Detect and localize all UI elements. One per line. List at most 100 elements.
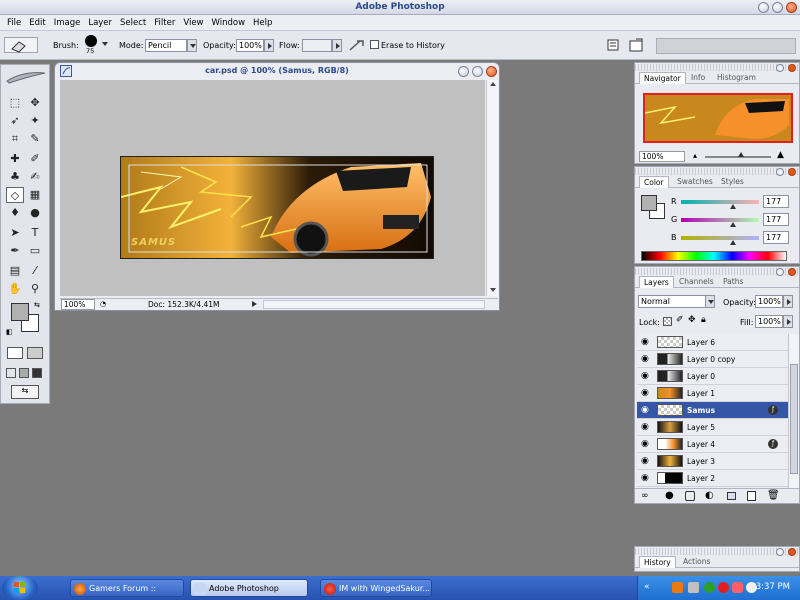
visibility-eye-icon[interactable]: ◉ [641, 354, 651, 364]
menu-image[interactable]: Image [50, 18, 85, 28]
visibility-eye-icon[interactable]: ◉ [641, 337, 651, 347]
lock-image-icon[interactable]: ✐ [676, 315, 684, 325]
tab-paths[interactable]: Paths [719, 276, 747, 288]
layer-row[interactable]: ◉ Layer 4 ƒ [637, 436, 788, 453]
link-layers-icon[interactable]: ∞ [641, 491, 649, 501]
menu-edit[interactable]: Edit [25, 18, 49, 28]
airbrush-icon[interactable] [348, 38, 366, 53]
dodge-tool-icon[interactable]: ● [26, 205, 44, 221]
photoshop-feather-logo[interactable] [3, 69, 47, 85]
visibility-eye-icon[interactable]: ◉ [641, 405, 651, 415]
b-slider-thumb[interactable] [730, 240, 736, 245]
brush-dropdown-arrow[interactable] [102, 42, 108, 46]
magic-wand-tool-icon[interactable]: ✦ [26, 113, 44, 129]
layer-opacity-arrow[interactable] [783, 295, 793, 308]
menu-file[interactable]: File [3, 18, 25, 28]
default-colors-icon[interactable]: ◧ [6, 328, 13, 336]
blur-tool-icon[interactable]: ♦ [6, 205, 24, 221]
brush-tool-icon[interactable]: ✐ [26, 151, 44, 167]
mode-select[interactable]: Pencil [145, 39, 187, 52]
b-slider[interactable] [681, 236, 759, 240]
zoom-tool-icon[interactable]: ⚲ [26, 281, 44, 297]
flow-slider-arrow[interactable] [332, 39, 342, 52]
shape-tool-icon[interactable]: ▭ [26, 243, 44, 259]
blend-mode-select[interactable]: Normal [638, 295, 706, 308]
taskbar-item-firefox[interactable]: Gamers Forum :: PS2,... [70, 579, 184, 597]
layer-row[interactable]: ◉ Layer 5 [637, 419, 788, 436]
type-tool-icon[interactable]: T [26, 225, 44, 241]
new-layer-icon[interactable] [747, 491, 756, 501]
layer-effects-icon[interactable]: ƒ [768, 405, 778, 415]
history-grip[interactable] [635, 548, 799, 555]
canvas-area[interactable]: SAMUS [60, 80, 485, 296]
scroll-up-arrow[interactable] [490, 82, 496, 86]
r-slider[interactable] [681, 200, 759, 204]
screen-mode-full-icon[interactable] [32, 368, 42, 378]
menu-window[interactable]: Window [208, 18, 250, 28]
tab-navigator[interactable]: Navigator [639, 72, 686, 84]
doc-minimize-button[interactable] [458, 66, 469, 77]
g-slider-thumb[interactable] [730, 222, 736, 227]
zoom-out-icon[interactable]: ▴ [693, 151, 697, 160]
minimize-button[interactable] [758, 2, 769, 13]
layers-grip[interactable] [635, 268, 799, 275]
menu-help[interactable]: Help [249, 18, 276, 28]
color-foreground-swatch[interactable] [641, 195, 657, 211]
history-minimize-button[interactable] [776, 548, 784, 556]
doc-maximize-button[interactable] [472, 66, 483, 77]
layer-row[interactable]: ◉ Layer 2 [637, 470, 788, 487]
layer-opacity-field[interactable]: 100% [755, 295, 783, 308]
menu-layer[interactable]: Layer [84, 18, 116, 28]
quick-mask-icon[interactable] [27, 347, 43, 359]
artwork-signature-banner[interactable]: SAMUS [120, 156, 434, 259]
layers-close-button[interactable] [788, 268, 796, 276]
add-layer-style-icon[interactable]: ● [665, 490, 674, 501]
tab-swatches[interactable]: Swatches [673, 176, 717, 188]
hand-tool-icon[interactable]: ✋ [6, 281, 24, 297]
layers-scroll-thumb[interactable] [790, 364, 798, 474]
doc-zoom-field[interactable]: 100% [61, 299, 95, 310]
navigator-close-button[interactable] [788, 64, 796, 72]
navigator-preview[interactable] [643, 93, 793, 143]
r-value-field[interactable]: 177 [763, 195, 789, 208]
layer-row[interactable]: ◉ Layer 0 [637, 368, 788, 385]
tab-color[interactable]: Color [639, 176, 669, 188]
blend-mode-dropdown-arrow[interactable] [705, 295, 715, 308]
b-value-field[interactable]: 177 [763, 231, 789, 244]
brush-picker[interactable]: 75 [82, 34, 100, 55]
tab-channels[interactable]: Channels [675, 276, 718, 288]
layer-effects-icon[interactable]: ƒ [768, 439, 778, 449]
pen-tool-icon[interactable]: ✒ [6, 243, 24, 259]
healing-brush-tool-icon[interactable]: ✚ [6, 151, 24, 167]
visibility-eye-icon[interactable]: ◉ [641, 439, 651, 449]
tray-app-icon[interactable] [672, 582, 683, 593]
menu-view[interactable]: View [179, 18, 207, 28]
menu-select[interactable]: Select [116, 18, 150, 28]
opacity-field[interactable]: 100% [236, 39, 264, 52]
jump-to-imageready-icon[interactable]: ⇆ [11, 385, 39, 399]
visibility-eye-icon[interactable]: ◉ [641, 422, 651, 432]
navigator-zoom-thumb[interactable] [738, 152, 745, 157]
navigator-grip[interactable] [635, 64, 799, 71]
tab-layers[interactable]: Layers [639, 276, 674, 288]
history-brush-tool-icon[interactable]: ✍ [26, 169, 44, 185]
document-window[interactable]: car.psd @ 100% (Samus, RGB/8) SAMUS 100%… [54, 62, 500, 311]
layer-row-selected[interactable]: ◉ Samus ƒ [637, 402, 788, 419]
file-browser-icon[interactable] [628, 37, 646, 53]
palette-well-icon[interactable] [606, 38, 620, 52]
tab-info[interactable]: Info [687, 72, 709, 84]
vertical-scrollbar[interactable] [486, 80, 498, 296]
menu-filter[interactable]: Filter [150, 18, 179, 28]
tab-styles[interactable]: Styles [717, 176, 748, 188]
maximize-button[interactable] [772, 2, 783, 13]
slice-tool-icon[interactable]: ✎ [26, 131, 44, 147]
crop-tool-icon[interactable]: ⌗ [6, 131, 24, 147]
scroll-down-arrow[interactable] [490, 288, 496, 292]
history-close-button[interactable] [788, 548, 796, 556]
color-grip[interactable] [635, 168, 799, 175]
new-adjustment-layer-icon[interactable]: ◐ [705, 490, 714, 501]
color-minimize-button[interactable] [776, 168, 784, 176]
add-layer-mask-icon[interactable] [685, 491, 695, 501]
r-slider-thumb[interactable] [730, 204, 736, 209]
close-button[interactable] [786, 2, 797, 13]
